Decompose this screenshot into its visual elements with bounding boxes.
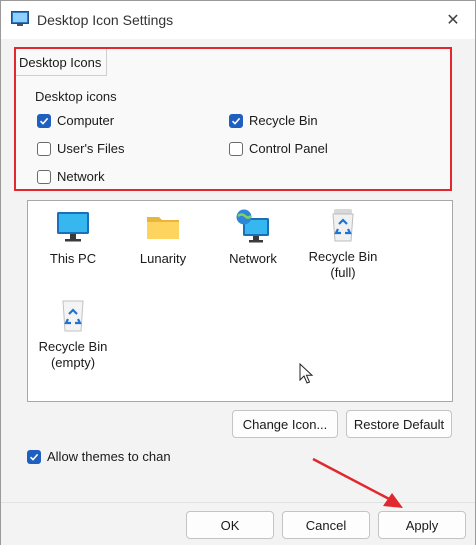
- icon-label-recycle-bin-empty-line2: (empty): [50, 355, 96, 370]
- checkbox-control-panel-box[interactable]: [229, 141, 243, 156]
- checkbox-network[interactable]: Network: [37, 169, 105, 184]
- icon-item-recycle-bin-empty[interactable]: Recycle Bin (empty): [28, 297, 118, 371]
- checkbox-allow-themes-box[interactable]: [27, 449, 41, 464]
- checkbox-allow-themes-label: Allow themes to chan: [47, 449, 171, 464]
- group-label: Desktop icons: [35, 89, 117, 104]
- icon-item-network[interactable]: Network: [208, 209, 298, 267]
- checkbox-recycle-bin[interactable]: Recycle Bin: [229, 113, 318, 128]
- icon-item-recycle-bin-full[interactable]: Recycle Bin (full): [298, 207, 388, 281]
- checkbox-users-files-box[interactable]: [37, 141, 51, 156]
- restore-default-button[interactable]: Restore Default: [346, 410, 452, 438]
- recycle-bin-empty-icon: [62, 300, 84, 332]
- icon-item-lunarity[interactable]: Lunarity: [118, 209, 208, 267]
- recycle-bin-full-icon: [332, 209, 354, 242]
- checkbox-control-panel[interactable]: Control Panel: [229, 141, 328, 156]
- checkbox-computer-box[interactable]: [37, 113, 51, 128]
- checkmark-icon: [29, 453, 39, 461]
- checkbox-recycle-bin-box[interactable]: [229, 113, 243, 128]
- title-bar: Desktop Icon Settings ✕: [1, 1, 475, 39]
- dialog-content: Desktop Icons Desktop icons Computer Rec…: [1, 39, 475, 545]
- network-globe-icon: [236, 209, 269, 243]
- close-icon: ✕: [446, 12, 460, 29]
- apply-button[interactable]: Apply: [378, 511, 466, 539]
- icon-label-recycle-bin-full-line1: Recycle Bin: [308, 249, 378, 264]
- desktop-settings-icon: [11, 11, 29, 26]
- checkbox-computer-label: Computer: [57, 113, 115, 128]
- icon-label-recycle-bin-empty-line1: Recycle Bin: [38, 339, 108, 354]
- icon-label-recycle-bin-full-line2: (full): [330, 265, 356, 280]
- dialog-footer: OK Cancel Apply: [1, 502, 475, 545]
- checkbox-network-box[interactable]: [37, 169, 51, 184]
- checkbox-control-panel-label: Control Panel: [249, 141, 328, 156]
- close-button[interactable]: ✕: [441, 9, 465, 31]
- checkbox-users-files[interactable]: User's Files: [37, 141, 125, 156]
- checkmark-icon: [39, 117, 49, 125]
- folder-icon: [147, 217, 179, 239]
- cancel-button[interactable]: Cancel: [282, 511, 370, 539]
- monitor-icon: [57, 212, 89, 242]
- tab-panel-desktop-icons: Desktop Icons Desktop icons Computer Rec…: [14, 47, 452, 191]
- checkbox-recycle-bin-label: Recycle Bin: [249, 113, 318, 128]
- ok-button[interactable]: OK: [186, 511, 274, 539]
- icon-label-this-pc: This PC: [49, 251, 97, 266]
- dialog-window: Desktop Icon Settings ✕ Desktop Icons De…: [0, 0, 476, 545]
- mouse-cursor-icon: [299, 363, 314, 384]
- checkbox-computer[interactable]: Computer: [37, 113, 114, 128]
- icon-label-network: Network: [229, 251, 277, 266]
- tab-desktop-icons[interactable]: Desktop Icons: [16, 49, 108, 76]
- icon-label-lunarity: Lunarity: [139, 251, 187, 266]
- window-title: Desktop Icon Settings: [37, 12, 174, 28]
- checkbox-users-files-label: User's Files: [57, 141, 125, 156]
- checkmark-icon: [231, 117, 241, 125]
- icon-item-this-pc[interactable]: This PC: [28, 209, 118, 267]
- change-icon-button[interactable]: Change Icon...: [232, 410, 338, 438]
- checkbox-network-label: Network: [57, 169, 105, 184]
- icon-list[interactable]: This PC Lunarity Network Recycle Bin (fu…: [27, 200, 453, 402]
- checkbox-allow-themes[interactable]: Allow themes to chan: [27, 449, 171, 464]
